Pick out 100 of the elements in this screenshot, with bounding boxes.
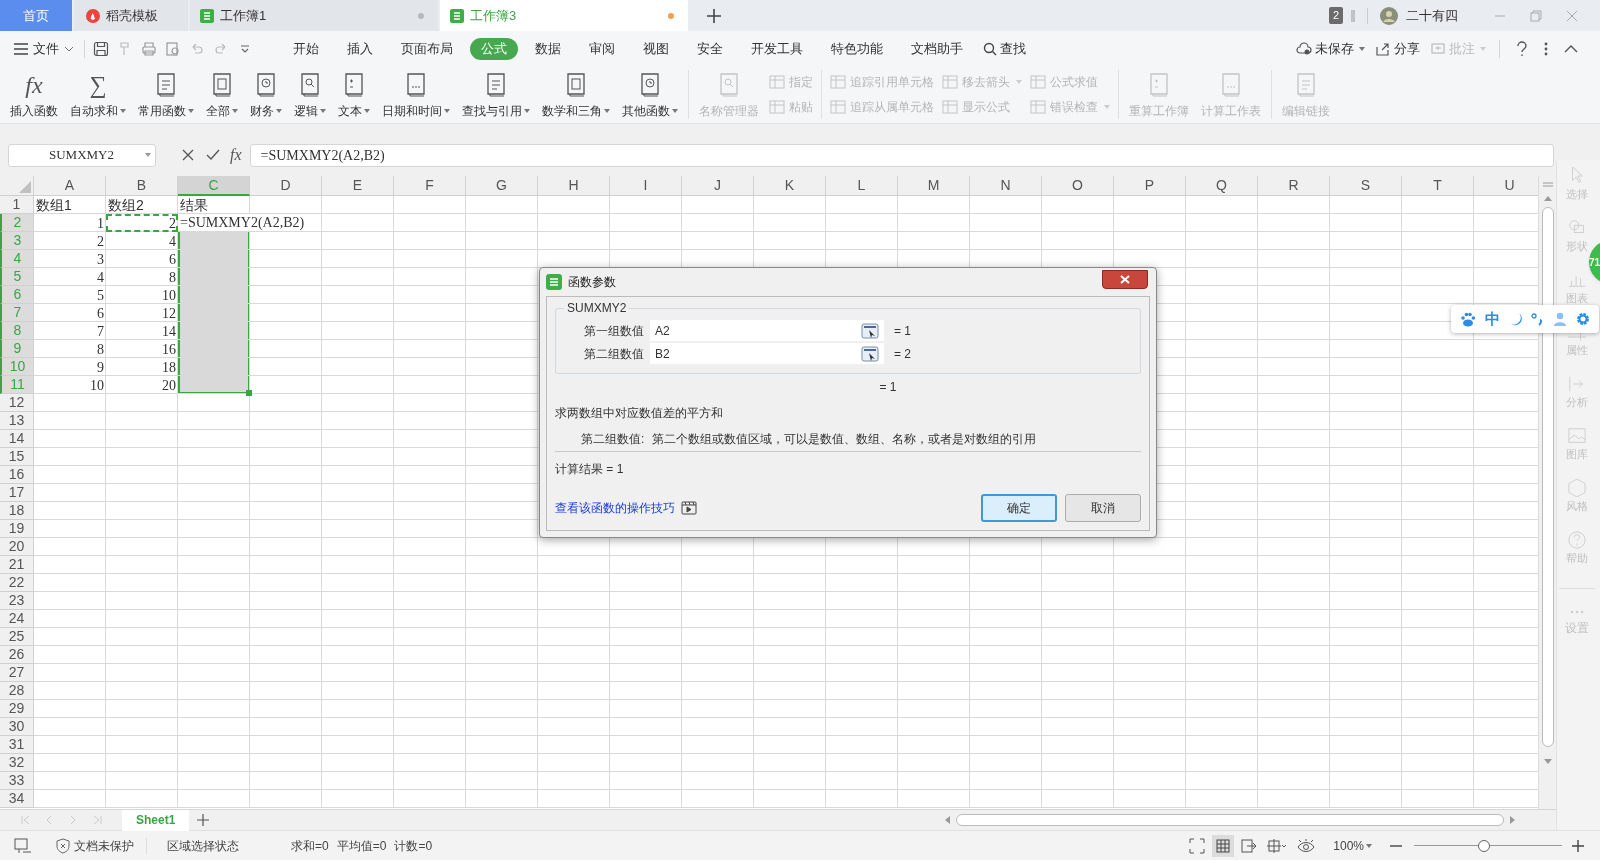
ribbon-tab[interactable]: 文档助手 [900,37,974,60]
row-header[interactable]: 24 [0,610,34,628]
ribbon-tab[interactable]: 视图 [632,37,680,60]
column-header[interactable]: P [1114,176,1186,196]
row-header[interactable]: 27 [0,664,34,682]
table-cell-text: 9 [96,358,105,376]
argument-result: = 1 [894,322,911,340]
dialog-title: 函数参数 [568,274,617,291]
input-field[interactable]: B2 [650,343,856,364]
dialog-button[interactable]: 确定 [981,494,1057,522]
document-tab[interactable]: 工作簿1 [190,0,438,31]
ribbon-button[interactable]: ∑ 自动求和 [64,66,132,123]
ribbon-button[interactable]: 日期和时间 [376,66,456,123]
ribbon-tab[interactable]: 页面布局 [390,37,464,60]
column-header[interactable]: O [1042,176,1114,196]
ribbon-button[interactable]: 数学和三角 [536,66,616,123]
dialog-button[interactable]: 取消 [1065,494,1141,522]
toolbar-button[interactable]: 分享 [1375,38,1420,59]
column-header[interactable]: S [1330,176,1402,196]
cell-formula[interactable]: =SUMXMY2(A2,B2) [178,214,307,231]
ribbon-button[interactable]: 财务 [244,66,288,123]
protection-status[interactable]: 文档未保护 [56,836,134,855]
argument-result: = 2 [894,345,911,363]
row-header[interactable]: 1 [0,196,34,214]
ribbon-button[interactable]: fx 插入函数 [4,66,64,123]
ribbon-tab[interactable]: 开始 [282,37,330,60]
row-header[interactable]: 29 [0,700,34,718]
input-field[interactable]: A2 [650,320,856,341]
table-cell-text: 2 [96,232,105,250]
row-header[interactable]: 31 [0,736,34,754]
column-header[interactable]: E [322,176,394,196]
row-header[interactable]: 18 [0,502,34,520]
column-header[interactable]: A [34,176,106,196]
ribbon-button[interactable]: 全部 [200,66,244,123]
row-header[interactable]: 23 [0,592,34,610]
ribbon-button[interactable]: 文本 [332,66,376,123]
column-header[interactable]: M [898,176,970,196]
document-tab[interactable]: 稻壳模板 [74,0,188,31]
ribbon-tab[interactable]: 数据 [524,37,572,60]
table-cell-text: 6 [96,304,105,322]
user-name[interactable]: 二十有四 [1406,5,1458,26]
column-header[interactable]: G [466,176,538,196]
row-header[interactable]: 32 [0,754,34,772]
formula-field[interactable]: =SUMXMY2(A2,B2) [249,143,1554,167]
row-header[interactable]: 12 [0,394,34,412]
column-header[interactable]: K [754,176,826,196]
column-header[interactable]: J [682,176,754,196]
column-header[interactable]: D [250,176,322,196]
table-cell-text: 14 [161,322,177,340]
row-header[interactable]: 16 [0,466,34,484]
row-header[interactable]: 15 [0,448,34,466]
row-header[interactable]: 21 [0,556,34,574]
ribbon-tab[interactable]: 特色功能 [820,37,894,60]
argument-help-label: 第二组数值: [581,430,645,448]
input-mode-button[interactable]: 中 [1485,307,1501,331]
ribbon-button[interactable]: 逻辑 [288,66,332,123]
help-link[interactable]: 查看该函数的操作技巧 [555,499,675,517]
ribbon-button[interactable]: 常用函数 [132,66,200,123]
ribbon-tab[interactable]: 审阅 [578,37,626,60]
column-header[interactable]: Q [1186,176,1258,196]
file-menu[interactable]: 文件 [14,38,74,59]
row-header[interactable]: 20 [0,538,34,556]
status-text: 求和=0 [291,837,329,855]
function-glyph: fx [25,71,43,100]
row-header[interactable]: 22 [0,574,34,592]
insert-function-button[interactable]: fx [230,143,242,167]
table-cell-text: 数组2 [107,196,145,214]
column-header[interactable]: N [970,176,1042,196]
toolbar-button[interactable]: 未保存 [1296,38,1365,59]
table-cell-text: 5 [96,286,105,304]
row-header[interactable]: 30 [0,718,34,736]
row-header[interactable]: 14 [0,430,34,448]
column-header[interactable]: L [826,176,898,196]
column-header[interactable]: T [1402,176,1474,196]
ribbon-tab[interactable]: 安全 [686,37,734,60]
row-header[interactable]: 19 [0,520,34,538]
search-button[interactable]: 查找 [983,38,1026,59]
window-count-badge[interactable]: 2 [1328,7,1343,24]
row-header[interactable]: 28 [0,682,34,700]
column-header[interactable]: I [610,176,682,196]
ribbon-button[interactable]: 查找与引用 [456,66,536,123]
row-header[interactable]: 13 [0,412,34,430]
column-header[interactable]: H [538,176,610,196]
column-header[interactable]: R [1258,176,1330,196]
row-header[interactable]: 17 [0,484,34,502]
function-name: SUMXMY2 [566,300,628,317]
row-header[interactable]: 33 [0,772,34,790]
table-cell-text: 4 [168,232,177,250]
row-header[interactable]: 25 [0,628,34,646]
row-header[interactable]: 26 [0,646,34,664]
table-cell-text: 10 [161,286,177,304]
ribbon-button[interactable]: 其他函数 [616,66,684,123]
name-box[interactable]: SUMXMY2 [8,143,156,167]
function-glyph: ∑ [89,71,107,100]
ribbon-tab[interactable]: 插入 [336,37,384,60]
status-text: 区域选择状态 [167,837,239,855]
ribbon-tab[interactable]: 开发工具 [740,37,814,60]
row-header[interactable]: 34 [0,790,34,808]
column-header[interactable]: F [394,176,466,196]
zoom-level[interactable]: 100% [1333,836,1372,855]
